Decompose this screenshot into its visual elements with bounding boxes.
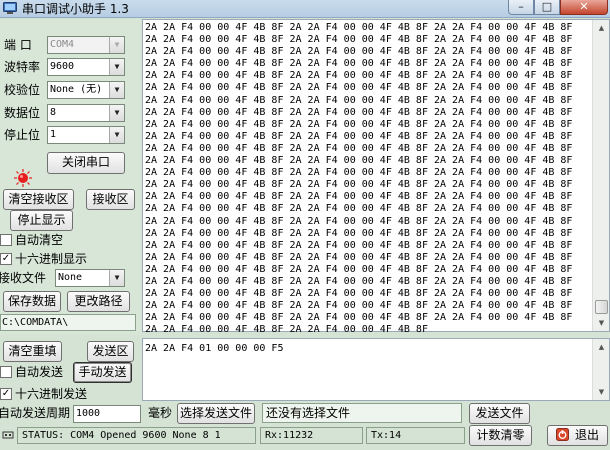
close-port-button[interactable]: 关闭串口 (47, 152, 125, 174)
databits-label: 数据位 (4, 106, 41, 120)
stopbits-label: 停止位 (4, 128, 41, 142)
parity-label: 校验位 (4, 83, 41, 97)
port-label: 端 口 (4, 38, 32, 52)
send-area-button[interactable]: 发送区 (87, 341, 134, 362)
scroll-down-icon[interactable]: ▼ (594, 385, 609, 399)
exit-button[interactable]: 退出 (547, 425, 608, 446)
save-path-field: C:\COMDATA\ (0, 314, 136, 331)
title-bar: 串口调试小助手 1.3 – □ ✕ (0, 0, 610, 18)
receive-area-button[interactable]: 接收区 (86, 189, 135, 210)
chevron-down-icon: ▼ (109, 59, 124, 75)
databits-select[interactable]: 8 ▼ (47, 104, 125, 122)
send-period-input[interactable]: 1000 (73, 405, 141, 423)
baud-select[interactable]: 9600 ▼ (47, 58, 125, 76)
receive-file-value: None (58, 272, 83, 283)
choose-send-file-button[interactable]: 选择发送文件 (177, 403, 255, 424)
chevron-down-icon: ▼ (109, 127, 124, 143)
receive-file-select[interactable]: None ▼ (55, 269, 125, 287)
receive-scrollbar[interactable]: ▲ ▼ (592, 20, 609, 331)
databits-value: 8 (50, 107, 57, 118)
led-indicator-icon (14, 169, 32, 187)
baud-label: 波特率 (4, 60, 41, 74)
tx-counter: Tx:14 (366, 427, 465, 444)
send-file-button[interactable]: 发送文件 (469, 403, 530, 424)
auto-send-checkbox[interactable] (0, 366, 12, 378)
baud-value: 9600 (50, 61, 75, 72)
minimize-button[interactable]: – (508, 0, 534, 15)
hex-display-label: 十六进制显示 (15, 252, 88, 266)
scroll-up-icon[interactable]: ▲ (594, 21, 609, 35)
chevron-down-icon: ▼ (109, 105, 124, 121)
chevron-down-icon: ▼ (109, 37, 124, 53)
exit-label: 退出 (574, 428, 599, 442)
maximize-button[interactable]: □ (534, 0, 560, 15)
hex-send-label: 十六进制发送 (15, 387, 88, 401)
selected-file-field: 还没有选择文件 (262, 403, 462, 423)
rx-counter: Rx:11232 (260, 427, 363, 444)
send-period-label: 自动发送周期 (0, 406, 71, 420)
hex-send-checkbox[interactable]: ✓ (0, 388, 12, 400)
status-bar: STATUS: COM4 Opened 9600 None 8 1 Rx:112… (0, 425, 610, 450)
send-area[interactable]: 2A 2A F4 01 00 00 00 F5 ▲ ▼ (142, 338, 610, 401)
settings-panel: 端 口 COM4 ▼ 波特率 9600 ▼ 校验位 None (无) ▼ 数据位… (0, 19, 141, 335)
auto-send-label: 自动发送 (15, 365, 64, 379)
scroll-up-icon[interactable]: ▲ (594, 340, 609, 354)
app-icon (3, 2, 17, 14)
parity-select[interactable]: None (无) ▼ (47, 81, 125, 99)
period-unit-label: 毫秒 (148, 406, 173, 420)
stopbits-value: 1 (50, 129, 57, 140)
chevron-down-icon: ▼ (109, 270, 124, 286)
clear-count-button[interactable]: 计数清零 (469, 425, 532, 446)
clear-receive-button[interactable]: 清空接收区 (3, 189, 74, 210)
stop-display-button[interactable]: 停止显示 (10, 210, 73, 231)
change-path-button[interactable]: 更改路径 (67, 291, 130, 312)
send-data-text: 2A 2A F4 01 00 00 00 F5 (145, 343, 284, 354)
received-data-text: 2A 2A F4 00 00 4F 4B 8F 2A 2A F4 00 00 4… (145, 22, 573, 336)
exit-icon (555, 428, 569, 441)
manual-send-button[interactable]: 手动发送 (73, 362, 132, 383)
window-title: 串口调试小助手 1.3 (22, 2, 129, 16)
status-text: STATUS: COM4 Opened 9600 None 8 1 (17, 427, 256, 444)
check-icon: ✓ (1, 388, 11, 399)
clear-send-button[interactable]: 清空重填 (3, 341, 62, 362)
auto-clear-checkbox[interactable] (0, 234, 12, 246)
stopbits-select[interactable]: 1 ▼ (47, 126, 125, 144)
close-button[interactable]: ✕ (560, 0, 608, 15)
receive-file-label: 接收文件 (0, 271, 47, 285)
port-select[interactable]: COM4 ▼ (47, 36, 125, 54)
hex-display-checkbox[interactable]: ✓ (0, 253, 12, 265)
send-scrollbar[interactable]: ▲ ▼ (592, 339, 609, 400)
check-icon: ✓ (1, 253, 11, 264)
chevron-down-icon: ▼ (109, 82, 124, 98)
status-port-icon (2, 431, 14, 439)
receive-area[interactable]: 2A 2A F4 00 00 4F 4B 8F 2A 2A F4 00 00 4… (142, 19, 610, 335)
port-value: COM4 (50, 39, 75, 50)
parity-value: None (无) (50, 84, 103, 95)
scroll-down-icon[interactable]: ▼ (594, 316, 609, 330)
auto-clear-label: 自动清空 (15, 233, 64, 247)
scroll-thumb[interactable] (595, 300, 608, 314)
save-data-button[interactable]: 保存数据 (3, 291, 61, 312)
